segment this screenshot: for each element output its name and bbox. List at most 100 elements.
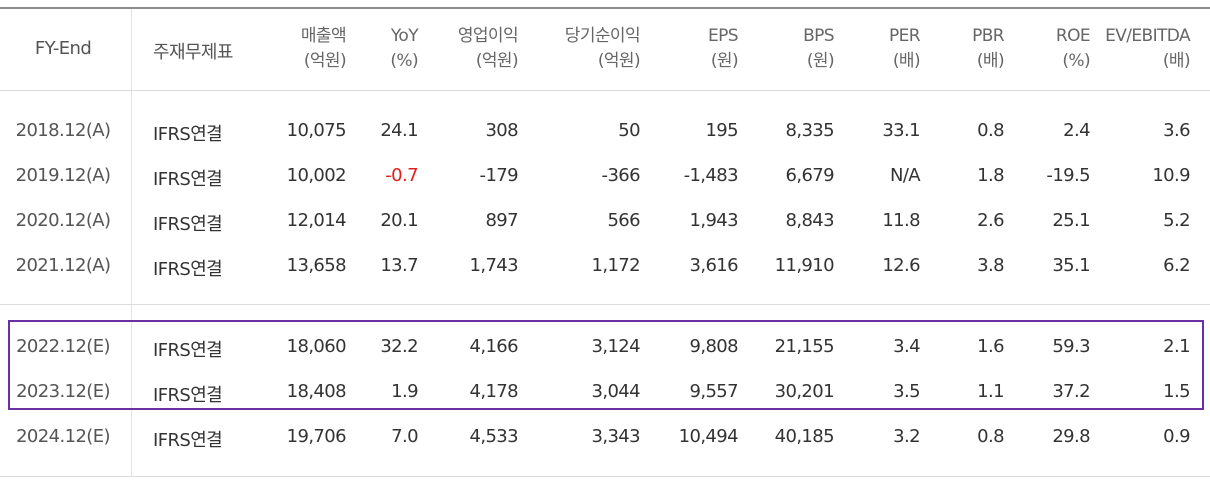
cell-eps: 1,943 [689, 210, 738, 231]
cell-yoy-negative: -0.7 [385, 165, 418, 186]
cell-op-income: 897 [485, 210, 518, 231]
header-statement: 주재무제표 [153, 42, 233, 63]
cell-statement: IFRS연결 [153, 169, 223, 190]
cell-ev-ebitda: 1.5 [1163, 381, 1190, 402]
column-divider-actual [131, 91, 132, 304]
header-pbr: PBR (배) [940, 24, 1005, 74]
cell-yoy: 1.9 [391, 381, 418, 402]
cell-fy: 2020.12(A) [15, 210, 111, 231]
header-op-income: 영업이익 (억원) [430, 24, 519, 74]
cell-yoy: 7.0 [391, 426, 418, 447]
cell-eps: 9,557 [689, 381, 738, 402]
column-divider-estimate [131, 305, 132, 476]
cell-net-income: 566 [607, 210, 640, 231]
header-ev-ebitda-unit: (배) [1162, 51, 1191, 71]
cell-ev-ebitda: 6.2 [1163, 255, 1190, 276]
cell-fy: 2019.12(A) [15, 165, 111, 186]
cell-fy: 2023.12(E) [16, 381, 110, 402]
cell-per: 3.4 [893, 336, 920, 357]
header-bps-label: BPS [803, 26, 835, 46]
group-divider [0, 304, 1210, 305]
table-bottom-border [0, 476, 1210, 477]
cell-pbr: 2.6 [977, 210, 1004, 231]
cell-eps: 10,494 [678, 426, 739, 447]
cell-fy: 2022.12(E) [16, 336, 110, 357]
cell-fy: 2021.12(A) [15, 255, 111, 276]
cell-bps: 21,155 [774, 336, 835, 357]
column-divider-header [131, 9, 132, 90]
header-per: PER (배) [850, 24, 921, 74]
cell-pbr: 0.8 [977, 426, 1004, 447]
cell-net-income: -366 [601, 165, 641, 186]
cell-pbr: 3.8 [977, 255, 1004, 276]
cell-ev-ebitda: 0.9 [1163, 426, 1190, 447]
cell-net-income: 3,124 [591, 336, 640, 357]
financial-summary-table: FY-End 주재무제표 매출액 (억원) YoY (%) 영업이익 (억원) … [0, 0, 1210, 483]
header-divider [0, 90, 1210, 91]
cell-roe: 35.1 [1052, 255, 1090, 276]
cell-per: N/A [889, 165, 921, 186]
header-yoy-label: YoY [390, 26, 419, 46]
cell-ev-ebitda: 10.9 [1152, 165, 1190, 186]
cell-op-income: 4,178 [469, 381, 518, 402]
cell-roe: -19.5 [1046, 165, 1090, 186]
cell-fy: 2018.12(A) [15, 120, 111, 141]
cell-fy: 2024.12(E) [16, 426, 110, 447]
header-net-income-label: 당기순이익 [564, 26, 641, 46]
cell-op-income: 4,533 [469, 426, 518, 447]
header-sales: 매출액 (억원) [260, 24, 347, 74]
cell-op-income: 308 [485, 120, 518, 141]
header-roe-unit: (%) [1062, 51, 1090, 71]
cell-sales: 19,706 [286, 426, 347, 447]
cell-bps: 8,843 [785, 210, 834, 231]
cell-ev-ebitda: 5.2 [1163, 210, 1190, 231]
cell-per: 12.6 [882, 255, 920, 276]
header-sales-unit: (억원) [303, 51, 347, 71]
cell-yoy: 13.7 [380, 255, 418, 276]
cell-roe: 2.4 [1063, 120, 1090, 141]
cell-eps: 195 [705, 120, 738, 141]
cell-net-income: 50 [618, 120, 640, 141]
header-ev-ebitda: EV/EBITDA (배) [1096, 24, 1191, 74]
table-top-border [0, 7, 1210, 9]
cell-sales: 18,408 [286, 381, 347, 402]
header-roe: ROE (%) [1020, 24, 1091, 74]
cell-pbr: 0.8 [977, 120, 1004, 141]
cell-op-income: 4,166 [469, 336, 518, 357]
cell-statement: IFRS연결 [153, 340, 223, 361]
cell-statement: IFRS연결 [153, 124, 223, 145]
cell-eps: 9,808 [689, 336, 738, 357]
header-per-unit: (배) [892, 51, 921, 71]
header-pbr-label: PBR [972, 26, 1005, 46]
cell-statement: IFRS연결 [153, 385, 223, 406]
cell-statement: IFRS연결 [153, 430, 223, 451]
cell-sales: 10,075 [286, 120, 347, 141]
cell-sales: 13,658 [286, 255, 347, 276]
cell-pbr: 1.8 [977, 165, 1004, 186]
header-fy-end: FY-End [34, 38, 92, 59]
cell-bps: 40,185 [774, 426, 835, 447]
header-per-label: PER [888, 26, 921, 46]
cell-roe: 25.1 [1052, 210, 1090, 231]
header-bps-unit: (원) [806, 51, 835, 71]
cell-yoy: 24.1 [380, 120, 418, 141]
header-eps: EPS (원) [660, 24, 739, 74]
header-sales-label: 매출액 [300, 26, 347, 46]
cell-bps: 30,201 [774, 381, 835, 402]
cell-yoy: 20.1 [380, 210, 418, 231]
cell-net-income: 3,044 [591, 381, 640, 402]
header-yoy: YoY (%) [360, 24, 418, 74]
header-net-income-unit: (억원) [597, 51, 641, 71]
cell-net-income: 1,172 [591, 255, 640, 276]
header-eps-unit: (원) [710, 51, 739, 71]
cell-sales: 10,002 [286, 165, 347, 186]
cell-bps: 8,335 [785, 120, 834, 141]
header-ev-ebitda-label: EV/EBITDA [1105, 26, 1191, 46]
cell-net-income: 3,343 [591, 426, 640, 447]
header-pbr-unit: (배) [976, 51, 1005, 71]
cell-roe: 59.3 [1052, 336, 1090, 357]
cell-op-income: -179 [479, 165, 519, 186]
cell-pbr: 1.6 [977, 336, 1004, 357]
cell-sales: 18,060 [286, 336, 347, 357]
cell-per: 3.2 [893, 426, 920, 447]
